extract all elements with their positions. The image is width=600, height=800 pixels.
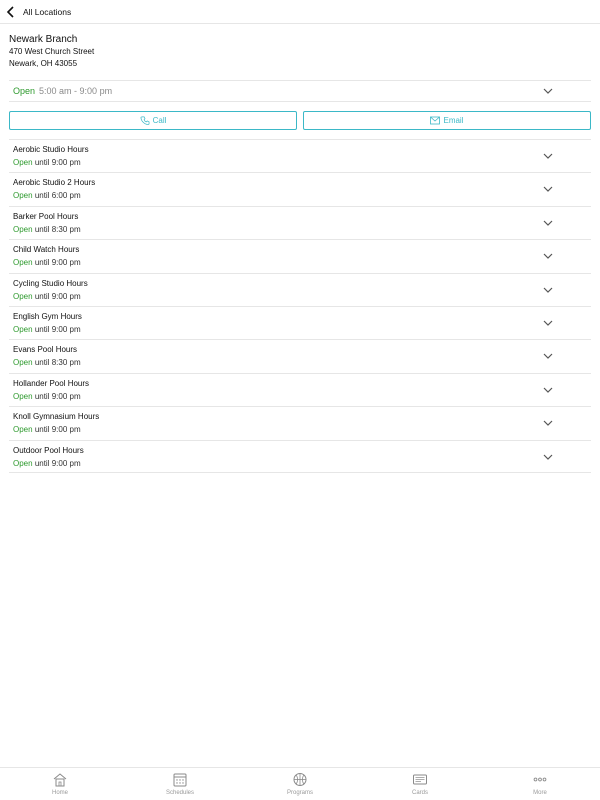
facility-name: Hollander Pool Hours xyxy=(13,378,90,388)
tab-home-label: Home xyxy=(51,790,68,796)
call-button-label: Call xyxy=(152,116,167,125)
facility-status: Open xyxy=(13,258,33,268)
chevron-down-icon[interactable] xyxy=(543,186,553,193)
branch-address-line2: Newark, OH 43055 xyxy=(9,59,78,68)
hours-range: 5:00 am - 9:00 pm xyxy=(39,86,113,96)
facility-name: Outdoor Pool Hours xyxy=(13,445,84,455)
facility-status: Open xyxy=(13,224,33,234)
chevron-down-icon[interactable] xyxy=(543,353,553,360)
top-nav-bar: All Locations xyxy=(0,0,600,24)
facility-row[interactable]: Outdoor Pool Hours Open until 9:00 pm xyxy=(9,439,591,473)
facility-until: until 6:00 pm xyxy=(34,191,81,201)
chevron-left-icon xyxy=(6,6,14,18)
facility-until: until 8:30 pm xyxy=(34,358,81,368)
facility-row[interactable]: Cycling Studio Hours Open until 9:00 pm xyxy=(9,272,591,306)
contact-actions: Call Email xyxy=(9,111,591,130)
tab-cards-label: Cards xyxy=(411,790,428,796)
facility-status: Open xyxy=(13,358,33,368)
branch-info: Newark Branch 470 West Church Street New… xyxy=(9,33,591,70)
facility-row[interactable]: Barker Pool Hours Open until 8:30 pm xyxy=(9,205,591,239)
chevron-down-icon[interactable] xyxy=(543,454,553,461)
mail-icon xyxy=(430,116,441,125)
basketball-icon xyxy=(293,773,307,786)
facility-name: Cycling Studio Hours xyxy=(13,278,88,288)
facility-row[interactable]: Hollander Pool Hours Open until 9:00 pm xyxy=(9,372,591,406)
email-button[interactable]: Email xyxy=(303,111,591,130)
tab-cards[interactable]: Cards xyxy=(360,768,480,800)
back-button-label: All Locations xyxy=(23,7,72,17)
facility-row[interactable]: Aerobic Studio 2 Hours Open until 6:00 p… xyxy=(9,172,591,205)
chevron-down-icon[interactable] xyxy=(543,153,553,160)
facility-name: Aerobic Studio Hours xyxy=(13,145,89,154)
facility-until: until 9:00 pm xyxy=(34,391,81,401)
branch-address-line1: 470 West Church Street xyxy=(9,47,95,56)
facility-row[interactable]: English Gym Hours Open until 9:00 pm xyxy=(9,305,591,339)
facility-status: Open xyxy=(13,158,33,167)
facility-until: until 9:00 pm xyxy=(34,158,81,167)
facility-status: Open xyxy=(13,391,33,401)
facility-until: until 9:00 pm xyxy=(34,425,81,435)
facility-status: Open xyxy=(13,291,33,301)
email-button-label: Email xyxy=(443,116,464,125)
facility-status: Open xyxy=(13,425,33,435)
facility-row[interactable]: Evans Pool Hours Open until 8:30 pm xyxy=(9,339,591,372)
chevron-down-icon[interactable] xyxy=(543,420,553,427)
chevron-down-icon[interactable] xyxy=(543,320,553,327)
chevron-down-icon[interactable] xyxy=(543,253,553,260)
tab-programs[interactable]: Programs xyxy=(240,768,360,800)
back-button[interactable]: All Locations xyxy=(6,4,76,20)
branch-name: Newark Branch xyxy=(9,34,78,45)
tab-schedules-label: Schedules xyxy=(165,790,195,796)
chevron-down-icon[interactable] xyxy=(543,387,553,394)
facility-hours-list: Aerobic Studio Hours Open until 9:00 pm … xyxy=(9,139,591,473)
tab-programs-label: Programs xyxy=(286,790,313,796)
hours-status: Open xyxy=(13,86,36,96)
facility-row[interactable]: Aerobic Studio Hours Open until 9:00 pm xyxy=(9,139,591,172)
facility-status: Open xyxy=(13,191,33,201)
tab-more-label: More xyxy=(533,790,547,796)
card-icon xyxy=(413,774,427,785)
facility-until: until 9:00 pm xyxy=(34,291,81,301)
bottom-tab-bar: Home Schedules Programs Cards More xyxy=(0,767,600,800)
home-icon xyxy=(53,773,67,787)
facility-until: until 9:00 pm xyxy=(34,258,81,268)
facility-name: Aerobic Studio 2 Hours xyxy=(13,178,96,188)
facility-status: Open xyxy=(13,458,33,468)
facility-name: English Gym Hours xyxy=(13,311,82,321)
branch-hours-row[interactable]: Open 5:00 am - 9:00 pm xyxy=(9,80,591,102)
more-icon xyxy=(533,777,547,782)
facility-name: Evans Pool Hours xyxy=(13,345,78,355)
calendar-icon xyxy=(173,773,187,787)
facility-until: until 9:00 pm xyxy=(34,458,81,468)
chevron-down-icon[interactable] xyxy=(543,220,553,227)
chevron-down-icon[interactable] xyxy=(543,88,553,95)
chevron-down-icon[interactable] xyxy=(543,287,553,294)
facility-until: until 8:30 pm xyxy=(34,224,81,234)
tab-more[interactable]: More xyxy=(480,768,600,800)
tab-home[interactable]: Home xyxy=(0,768,120,800)
facility-name: Barker Pool Hours xyxy=(13,211,79,221)
call-button[interactable]: Call xyxy=(9,111,297,130)
facility-name: Knoll Gymnasium Hours xyxy=(13,412,100,422)
facility-row[interactable]: Child Watch Hours Open until 9:00 pm xyxy=(9,239,591,272)
facility-row[interactable]: Knoll Gymnasium Hours Open until 9:00 pm xyxy=(9,406,591,439)
facility-until: until 9:00 pm xyxy=(34,324,81,334)
facility-status: Open xyxy=(13,324,33,334)
phone-icon xyxy=(140,116,150,125)
facility-name: Child Watch Hours xyxy=(13,245,80,255)
tab-schedules[interactable]: Schedules xyxy=(120,768,240,800)
